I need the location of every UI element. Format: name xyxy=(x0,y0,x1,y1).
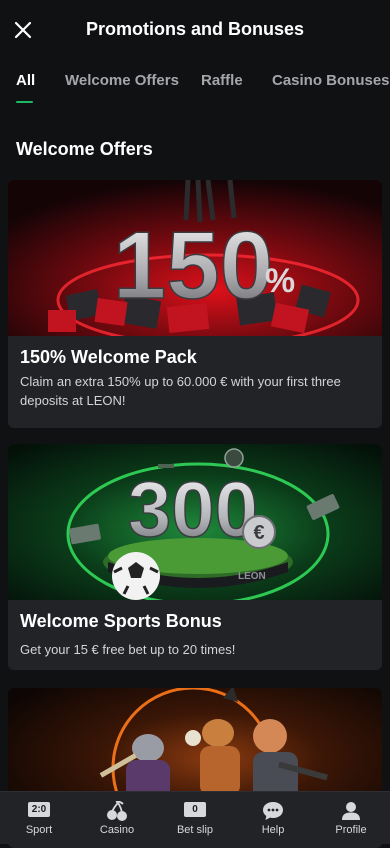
nav-profile[interactable]: Profile xyxy=(312,792,390,844)
banner-number: 300 xyxy=(128,465,258,553)
nav-label: Sport xyxy=(25,824,53,836)
card-title: 150% Welcome Pack xyxy=(20,347,197,367)
promo-banner-300: LEON 300 € xyxy=(8,444,382,600)
bottom-nav: 2:0 Sport Casino 0 Bet slip Help Profile xyxy=(0,791,390,844)
tab-all[interactable]: All xyxy=(16,72,35,89)
chat-bubble-icon xyxy=(263,802,283,820)
active-tab-indicator xyxy=(16,101,33,103)
card-title: Welcome Sports Bonus xyxy=(20,611,222,631)
betslip-icon: 0 xyxy=(184,802,206,817)
page-title: Promotions and Bonuses xyxy=(85,19,305,39)
user-icon xyxy=(342,802,360,820)
section-title: Welcome Offers xyxy=(16,139,153,159)
card-description: Claim an extra 150% up to 60.000 € with … xyxy=(20,374,341,408)
nav-label: Bet slip xyxy=(176,824,214,836)
banner-suffix: % xyxy=(265,262,295,300)
promo-card-sports-bonus[interactable]: LEON 300 € Welcome Sports Bonus Get your… xyxy=(8,444,382,670)
card-description: Get your 15 € free bet up to 20 times! xyxy=(20,642,236,657)
scoreboard-icon: 2:0 xyxy=(28,802,50,817)
nav-casino[interactable]: Casino xyxy=(78,792,156,844)
promo-banner-150: 150 % xyxy=(8,180,382,336)
nav-label: Profile xyxy=(335,824,367,836)
nav-label: Casino xyxy=(99,824,135,836)
header: Promotions and Bonuses xyxy=(0,0,390,60)
nav-bet-slip[interactable]: 0 Bet slip xyxy=(156,792,234,844)
cherries-icon xyxy=(107,801,127,821)
tab-raffle[interactable]: Raffle xyxy=(201,72,243,89)
banner-number: 150 xyxy=(113,212,273,319)
tab-casino-bonuses[interactable]: Casino Bonuses xyxy=(272,72,390,89)
banner-brand: LEON xyxy=(238,571,266,582)
nav-sport[interactable]: 2:0 Sport xyxy=(0,792,78,844)
promo-card-welcome-pack[interactable]: 150 % 150% Welcome Pack Claim an extra 1… xyxy=(8,180,382,428)
nav-label: Help xyxy=(261,824,285,836)
tab-bar: All Welcome Offers Raffle Casino Bonuses xyxy=(0,60,390,106)
banner-suffix: € xyxy=(253,522,264,544)
nav-help[interactable]: Help xyxy=(234,792,312,844)
tab-welcome-offers[interactable]: Welcome Offers xyxy=(65,72,179,89)
